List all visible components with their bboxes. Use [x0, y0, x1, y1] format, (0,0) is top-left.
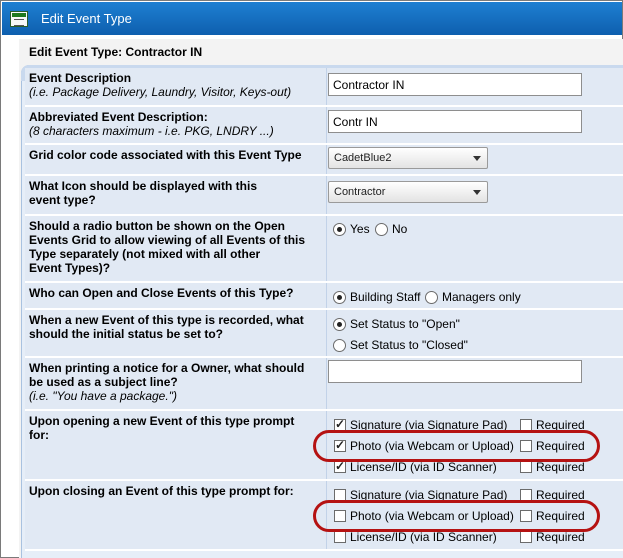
grid-color-select[interactable]: CadetBlue2 — [328, 147, 488, 169]
close-license-required[interactable]: Required — [520, 530, 585, 544]
row-initial-status: When a new Event of this type is recorde… — [25, 310, 623, 356]
event-description-input[interactable] — [328, 73, 582, 96]
event-icon-selected: Contractor — [334, 186, 386, 198]
row-divider — [25, 549, 623, 551]
window-titlebar[interactable]: Edit Event Type — [2, 2, 622, 35]
window-title: Edit Event Type — [41, 11, 132, 26]
event-description-label: Event Description (i.e. Package Delivery… — [29, 71, 311, 99]
form-icon — [10, 10, 28, 27]
initial-status-label: When a new Event of this type is recorde… — [29, 313, 304, 341]
row-radio-grid: Should a radio button be shown on the Op… — [25, 216, 623, 281]
radio-grid-yes[interactable]: Yes — [333, 222, 370, 236]
subject-line-hint: (i.e. "You have a package.") — [29, 389, 177, 403]
chevron-down-icon — [473, 190, 481, 195]
edit-event-type-window: Edit Event Type Edit Event Type: Contrac… — [0, 0, 623, 558]
open-prompt-label: Upon opening a new Event of this type pr… — [29, 414, 295, 442]
abbreviated-description-input[interactable] — [328, 110, 582, 133]
chevron-down-icon — [473, 156, 481, 161]
radio-button[interactable] — [333, 338, 346, 352]
row-event-icon: What Icon should be displayed with this … — [25, 176, 623, 214]
open-license-required[interactable]: Required — [520, 460, 585, 474]
row-who-can-open: Who can Open and Close Events of this Ty… — [25, 283, 623, 308]
radio-building-staff[interactable]: Building Staff — [333, 290, 421, 304]
radio-status-open[interactable]: Set Status to "Open" — [333, 317, 460, 331]
event-icon-select[interactable]: Contractor — [328, 181, 488, 203]
radio-button[interactable] — [333, 290, 346, 304]
close-license-option[interactable]: License/ID (via ID Scanner) — [334, 530, 497, 544]
checkbox[interactable] — [520, 531, 532, 543]
event-icon-label: What Icon should be displayed with this … — [29, 179, 258, 207]
checkbox[interactable] — [520, 461, 532, 473]
highlight-oval-open-photo — [313, 430, 600, 462]
radio-grid-no[interactable]: No — [375, 222, 407, 236]
panel-header: Edit Event Type: Contractor IN — [29, 45, 203, 59]
who-can-open-label: Who can Open and Close Events of this Ty… — [29, 286, 294, 300]
open-license-option[interactable]: License/ID (via ID Scanner) — [334, 459, 497, 474]
subject-line-input[interactable] — [328, 360, 582, 383]
event-description-hint: (i.e. Package Delivery, Laundry, Visitor… — [29, 85, 292, 99]
radio-grid-label: Should a radio button be shown on the Op… — [29, 219, 306, 275]
radio-managers-only[interactable]: Managers only — [425, 290, 521, 304]
radio-button[interactable] — [333, 317, 346, 331]
row-grid-color: Grid color code associated with this Eve… — [25, 145, 623, 174]
subject-line-label: When printing a notice for a Owner, what… — [29, 361, 311, 403]
grid-color-selected: CadetBlue2 — [334, 152, 392, 164]
grid-color-label: Grid color code associated with this Eve… — [29, 148, 302, 162]
highlight-oval-close-photo — [313, 500, 600, 532]
abbreviated-description-label: Abbreviated Event Description: (8 charac… — [29, 110, 311, 138]
abbreviated-description-hint: (8 characters maximum - i.e. PKG, LNDRY … — [29, 124, 274, 138]
close-prompt-label: Upon closing an Event of this type promp… — [29, 484, 294, 498]
checkbox[interactable] — [334, 531, 346, 543]
radio-button[interactable] — [333, 222, 346, 236]
checkbox[interactable] — [334, 459, 346, 473]
radio-button[interactable] — [425, 290, 438, 304]
radio-button[interactable] — [375, 222, 388, 236]
radio-status-closed[interactable]: Set Status to "Closed" — [333, 338, 468, 352]
radio-grid-cell — [326, 216, 623, 281]
